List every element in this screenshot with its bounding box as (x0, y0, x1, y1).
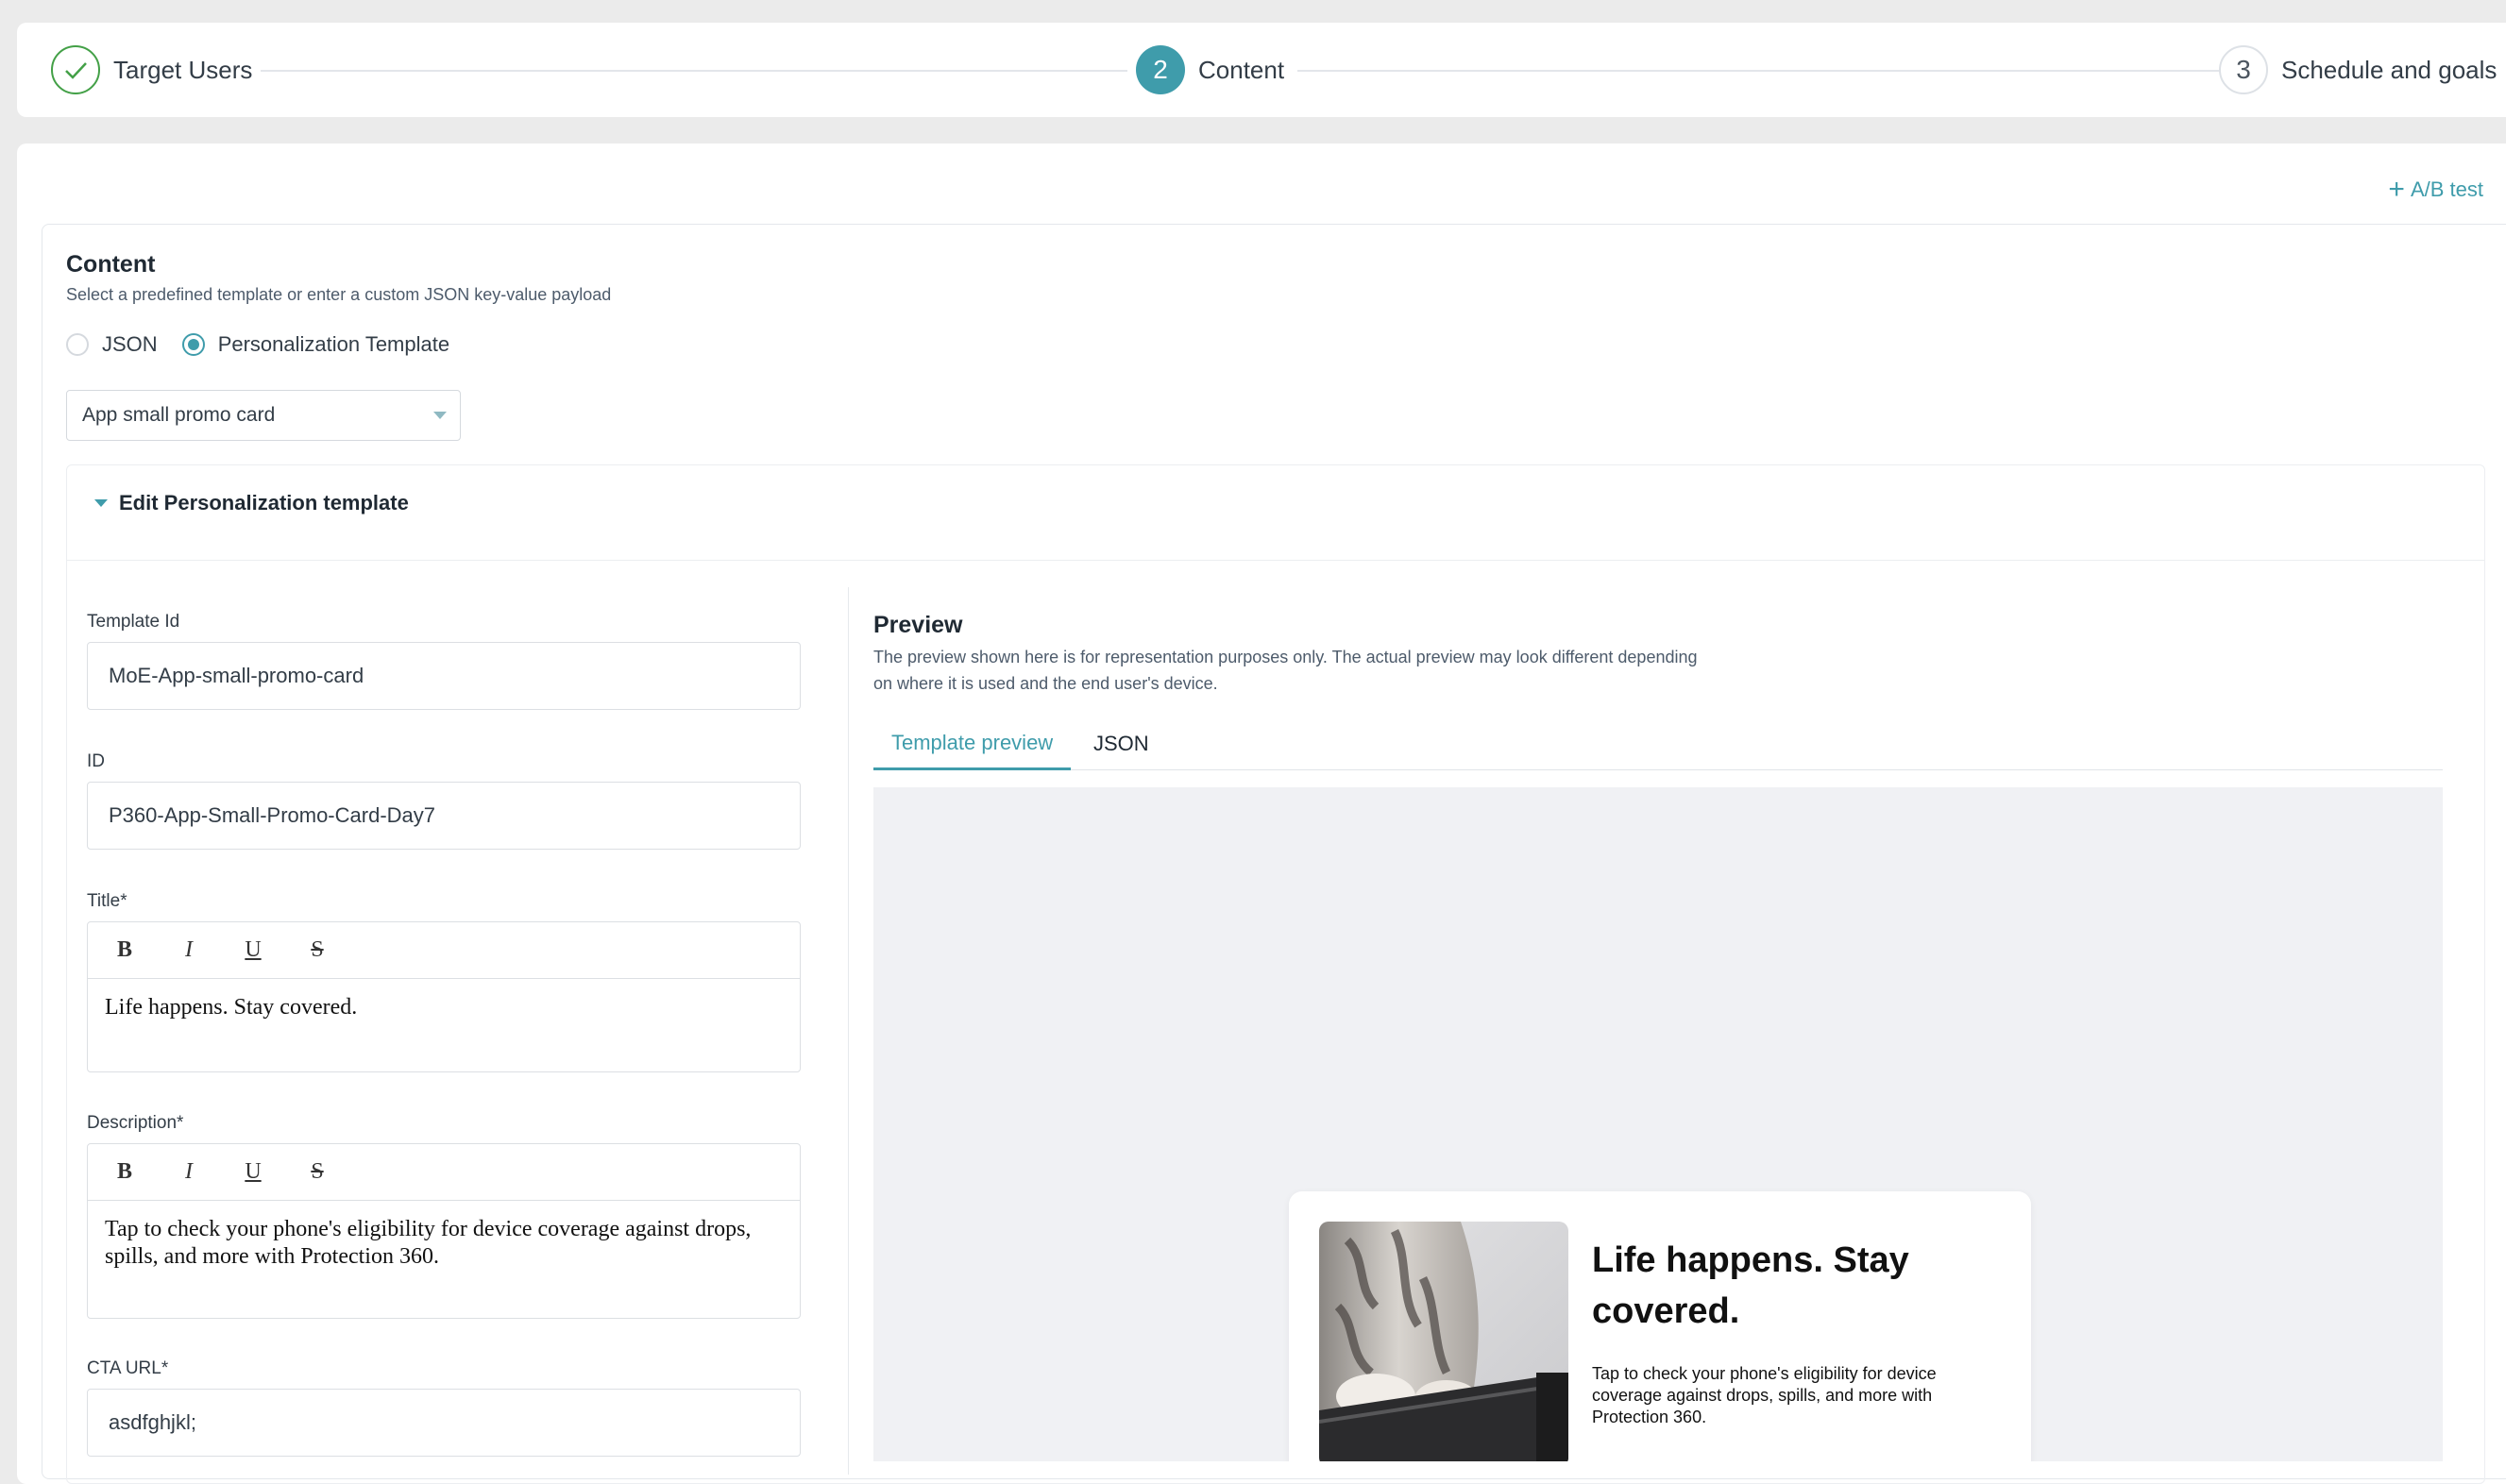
id-label: ID (87, 751, 105, 771)
edit-template-label: Edit Personalization template (119, 491, 409, 514)
progress-stepper: Target Users 2 Content 3 Schedule and go… (17, 23, 2506, 117)
cta-url-label: CTA URL* (87, 1358, 169, 1378)
step-connector (1297, 70, 2223, 72)
underline-button[interactable]: U (241, 937, 265, 963)
strikethrough-button[interactable]: S (305, 1159, 330, 1185)
promo-card-description: Tap to check your phone's eligibility fo… (1592, 1364, 1937, 1426)
underline-button[interactable]: U (241, 1159, 265, 1185)
template-select-value: App small promo card (82, 404, 276, 426)
template-select[interactable]: App small promo card (66, 390, 461, 441)
promo-card-preview: Life happens. Stay covered. Tap to check… (1289, 1191, 2031, 1461)
step-number: 2 (1136, 45, 1185, 94)
radio-json[interactable]: JSON (66, 332, 158, 357)
step-label: Content (1198, 55, 1285, 84)
bold-button[interactable]: B (112, 1159, 137, 1185)
check-icon (51, 45, 100, 94)
caret-down-icon (94, 499, 108, 507)
description-editor[interactable]: B I U S Tap to check your phone's eligib… (87, 1143, 801, 1319)
step-connector (261, 70, 1127, 72)
template-id-label: Template Id (87, 612, 180, 632)
radio-personalization-template[interactable]: Personalization Template (181, 332, 450, 357)
radio-label: Personalization Template (217, 332, 450, 356)
section-title: Content (66, 251, 156, 278)
step-target-users[interactable]: Target Users (51, 23, 252, 117)
preview-note: The preview shown here is for representa… (873, 648, 1698, 693)
step-label: Target Users (113, 55, 253, 84)
italic-button[interactable]: I (177, 937, 201, 963)
template-id-input[interactable]: MoE-App-small-promo-card (87, 642, 801, 710)
payload-type-radio-group: JSON Personalization Template (66, 332, 449, 357)
step-content[interactable]: 2 Content (1136, 23, 1284, 117)
column-divider (848, 587, 849, 1475)
radio-button[interactable] (181, 333, 205, 356)
id-input[interactable]: P360-App-Small-Promo-Card-Day7 (87, 782, 801, 850)
strikethrough-button[interactable]: S (305, 937, 330, 963)
title-label: Title* (87, 891, 127, 911)
edit-template-toggle[interactable]: Edit Personalization template (94, 491, 409, 515)
description-editor-toolbar: B I U S (88, 1144, 800, 1201)
title-editor-toolbar: B I U S (88, 922, 800, 979)
italic-button[interactable]: I (177, 1159, 201, 1185)
preview-canvas: Life happens. Stay covered. Tap to check… (873, 787, 2443, 1461)
preview-title: Preview (873, 612, 963, 638)
bold-button[interactable]: B (112, 937, 137, 963)
section-subtitle: Select a predefined template or enter a … (66, 285, 612, 304)
step-schedule-goals[interactable]: 3 Schedule and goals (2219, 23, 2497, 117)
cta-url-input[interactable]: asdfghjkl; (87, 1389, 801, 1457)
add-ab-test-button[interactable]: + A/B test (2388, 174, 2483, 205)
divider (67, 560, 2484, 561)
tab-template-preview[interactable]: Template preview (873, 717, 1072, 770)
title-editor[interactable]: B I U S Life happens. Stay covered. (87, 921, 801, 1072)
tab-json[interactable]: JSON (1075, 717, 1167, 770)
title-editor-text[interactable]: Life happens. Stay covered. (88, 979, 800, 1037)
preview-tabs: Template preview JSON (873, 717, 2443, 770)
radio-label: JSON (102, 332, 158, 356)
description-editor-text[interactable]: Tap to check your phone's eligibility fo… (88, 1201, 800, 1286)
step-number: 3 (2219, 45, 2268, 94)
chevron-down-icon (433, 412, 447, 419)
cat-image (1319, 1222, 1568, 1461)
plus-icon: + (2388, 174, 2405, 205)
step-label: Schedule and goals (2281, 55, 2498, 84)
promo-card-title: Life happens. Stay covered. (1592, 1240, 1909, 1331)
ab-test-label: A/B test (2410, 177, 2483, 201)
radio-button[interactable] (66, 333, 89, 356)
description-label: Description* (87, 1113, 184, 1133)
